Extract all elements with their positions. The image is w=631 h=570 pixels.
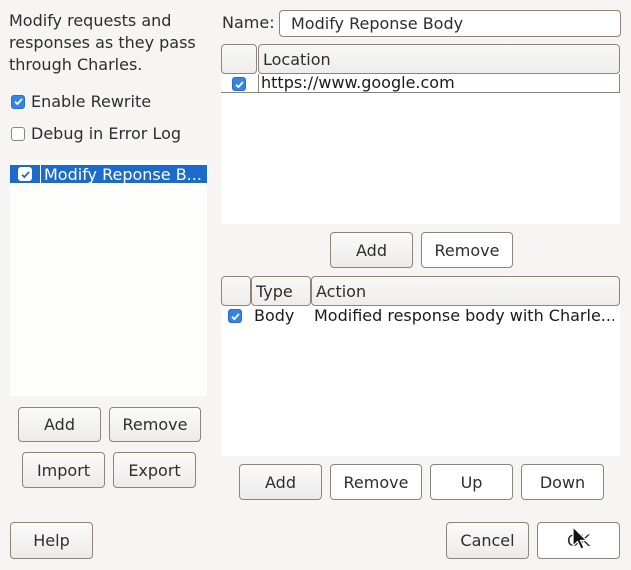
actions-enabled-header[interactable]: [221, 276, 251, 306]
debug-log-label: Debug in Error Log: [31, 124, 182, 143]
locations-table[interactable]: Location https://www.google.com: [221, 44, 620, 224]
location-url: https://www.google.com: [261, 73, 455, 92]
add-rule-button[interactable]: Add: [18, 407, 101, 442]
action-row[interactable]: Body Modified response body with Charle.…: [221, 306, 620, 326]
add-action-button[interactable]: Add: [239, 464, 322, 500]
mouse-cursor-icon: [572, 526, 588, 550]
action-column-header[interactable]: Action: [311, 276, 620, 306]
checkbox-checked-icon[interactable]: [232, 77, 246, 91]
remove-rule-button[interactable]: Remove: [109, 407, 201, 442]
remove-location-button[interactable]: Remove: [421, 232, 513, 268]
action-type: Body: [254, 306, 295, 325]
cancel-button[interactable]: Cancel: [446, 522, 529, 559]
add-location-button[interactable]: Add: [330, 232, 413, 268]
checkbox-checked-icon: [18, 167, 32, 181]
location-column-header[interactable]: Location: [258, 44, 620, 74]
name-label: Name:: [222, 13, 275, 32]
actions-table[interactable]: Type Action Body Modified response body …: [221, 276, 620, 456]
export-button[interactable]: Export: [113, 452, 196, 488]
checkbox-checked-icon: [11, 94, 25, 109]
move-up-button[interactable]: Up: [430, 464, 513, 500]
locations-enabled-header[interactable]: [221, 44, 257, 74]
type-column-header[interactable]: Type: [251, 276, 311, 306]
description-text: Modify requests and responses as they pa…: [9, 11, 196, 74]
remove-action-button[interactable]: Remove: [330, 464, 422, 500]
enable-rewrite-checkbox[interactable]: Enable Rewrite: [11, 92, 151, 111]
action-description: Modified response body with Charle...: [314, 306, 614, 325]
checkbox-checked-icon[interactable]: [228, 309, 242, 323]
checkbox-unchecked-icon: [11, 126, 25, 141]
rule-name: Modify Reponse B...: [44, 164, 202, 184]
enable-rewrite-label: Enable Rewrite: [31, 92, 152, 111]
help-button[interactable]: Help: [10, 522, 93, 559]
rule-list-item[interactable]: Modify Reponse B...: [10, 164, 207, 184]
location-row[interactable]: https://www.google.com: [221, 73, 620, 93]
rewrite-settings-dialog: Modify requests and responses as they pa…: [0, 0, 631, 570]
rules-list[interactable]: Modify Reponse B...: [10, 160, 207, 396]
import-button[interactable]: Import: [22, 452, 105, 488]
column-divider: [258, 74, 259, 92]
rule-enabled-cell[interactable]: [10, 165, 41, 183]
move-down-button[interactable]: Down: [521, 464, 604, 500]
debug-log-checkbox[interactable]: Debug in Error Log: [11, 124, 181, 143]
name-field[interactable]: Modify Reponse Body: [279, 10, 621, 37]
